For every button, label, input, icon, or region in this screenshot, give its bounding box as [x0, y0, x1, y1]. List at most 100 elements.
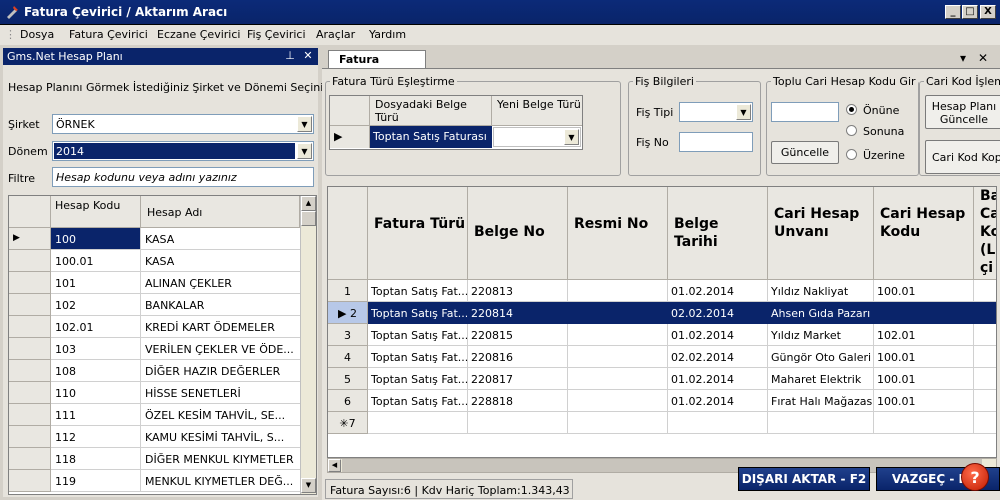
onune-radio[interactable] [846, 104, 857, 115]
table-row[interactable]: 6 Toptan Satış Fat... 228818 01.02.2014 Fıra… [328, 390, 996, 412]
table-row[interactable]: 108 DİĞER HAZIR DEĞERLER [9, 360, 300, 382]
table-row[interactable]: 111 ÖZEL KESİM TAHVİL, SE... [9, 404, 300, 426]
hesap-kodu-cell[interactable]: 119 [51, 470, 141, 492]
hesap-kodu-cell[interactable]: 100.01 [51, 250, 141, 272]
yeni-belge-select[interactable]: ▼ [493, 127, 581, 147]
hesap-kodu-cell[interactable]: 118 [51, 448, 141, 470]
fatura-turu-cell[interactable]: Toptan Satış Fat... [368, 368, 468, 390]
table-row[interactable]: 103 VERİLEN ÇEKLER VE ÖDE... [9, 338, 300, 360]
sonuna-radio[interactable] [846, 125, 857, 136]
table-row[interactable]: ▶ 100 KASA [9, 228, 300, 250]
cari-kod-cell[interactable] [874, 412, 974, 434]
col-cari-hesap-unvani[interactable]: Cari Hesap Unvanı [768, 187, 874, 280]
belge-no-cell[interactable]: 220813 [468, 280, 568, 302]
belge-tarihi-cell[interactable]: 01.02.2014 [668, 324, 768, 346]
tab-close-icon[interactable]: ✕ [978, 51, 988, 65]
cari-unvan-cell[interactable]: Ahsen Gıda Pazarı [768, 302, 874, 324]
minimize-button[interactable]: _ [945, 5, 961, 19]
chevron-down-icon[interactable]: ▼ [564, 129, 579, 145]
left-panel-close-icon[interactable]: ✕ [301, 49, 315, 63]
menu-araclar[interactable]: Araçlar [316, 28, 355, 41]
col-hesap-adi[interactable]: Hesap Adı [141, 196, 300, 228]
cari-kod-cell[interactable]: 100.01 [874, 280, 974, 302]
cari-unvan-cell[interactable]: Maharet Elektrik [768, 368, 874, 390]
cari-kod-cell[interactable] [874, 302, 974, 324]
col-cari-hesap-kodu[interactable]: Cari Hesap Kodu [874, 187, 974, 280]
cari-unvan-cell[interactable]: Güngör Oto Galeri [768, 346, 874, 368]
new-row[interactable]: ✳7 [328, 412, 996, 434]
hesap-adi-cell[interactable]: HİSSE SENETLERİ [141, 382, 300, 404]
cari-kod-cell[interactable]: 100.01 [874, 390, 974, 412]
belge-tarihi-cell[interactable]: 01.02.2014 [668, 280, 768, 302]
hesap-adi-cell[interactable]: KREDİ KART ÖDEMELER [141, 316, 300, 338]
table-row[interactable]: 101 ALINAN ÇEKLER [9, 272, 300, 294]
table-row[interactable]: 1 Toptan Satış Fat... 220813 01.02.2014 Yıld… [328, 280, 996, 302]
table-row[interactable]: 110 HİSSE SENETLERİ [9, 382, 300, 404]
cari-kod-cell[interactable]: 102.01 [874, 324, 974, 346]
extra-cell[interactable] [974, 412, 996, 434]
fatura-turu-cell[interactable]: Toptan Satış Fat... [368, 280, 468, 302]
hesap-kodu-cell[interactable]: 110 [51, 382, 141, 404]
cari-unvan-cell[interactable]: Yıldız Market [768, 324, 874, 346]
col-belge-no[interactable]: Belge No [468, 187, 568, 280]
menu-fatura-cevirici[interactable]: Fatura Çevirici [69, 28, 148, 41]
col-yeni-belge[interactable]: Yeni Belge Türü [492, 96, 582, 126]
belge-no-cell[interactable]: 220817 [468, 368, 568, 390]
guncelle-button[interactable]: Güncelle [771, 141, 839, 164]
scroll-down-icon[interactable]: ▼ [301, 478, 316, 493]
belge-no-cell[interactable]: 220816 [468, 346, 568, 368]
sirket-select[interactable]: ÖRNEK ▼ [52, 114, 314, 134]
hesap-adi-cell[interactable]: DİĞER HAZIR DEĞERLER [141, 360, 300, 382]
col-fatura-turu[interactable]: Fatura Türü [368, 187, 468, 280]
table-row[interactable]: 118 DİĞER MENKUL KIYMETLER [9, 448, 300, 470]
hesap-kodu-cell[interactable]: 102 [51, 294, 141, 316]
extra-cell[interactable] [974, 324, 996, 346]
left-table-scrollbar[interactable]: ▲ ▼ [300, 196, 316, 494]
chevron-down-icon[interactable]: ▼ [736, 104, 751, 120]
table-row[interactable]: 4 Toptan Satış Fat... 220816 02.02.2014 Güng… [328, 346, 996, 368]
resmi-no-cell[interactable] [568, 412, 668, 434]
belge-no-cell[interactable]: 228818 [468, 390, 568, 412]
menu-yardim[interactable]: Yardım [369, 28, 406, 41]
resmi-no-cell[interactable] [568, 390, 668, 412]
close-button[interactable]: X [980, 5, 996, 19]
extra-cell[interactable] [974, 302, 996, 324]
belge-tarihi-cell[interactable]: 02.02.2014 [668, 302, 768, 324]
table-row[interactable]: 100.01 KASA [9, 250, 300, 272]
hesap-plani-guncelle-button[interactable]: Hesap Planı Güncelle [925, 95, 1000, 129]
menu-eczane-cevirici[interactable]: Eczane Çevirici [157, 28, 240, 41]
scroll-thumb[interactable] [301, 211, 316, 226]
hesap-kodu-cell[interactable]: 111 [51, 404, 141, 426]
extra-cell[interactable] [974, 368, 996, 390]
cari-unvan-cell[interactable]: Fırat Halı Mağazası [768, 390, 874, 412]
resmi-no-cell[interactable] [568, 302, 668, 324]
fis-no-input[interactable] [679, 132, 753, 152]
fatura-turu-cell[interactable]: Toptan Satış Fat... [368, 302, 468, 324]
extra-cell[interactable] [974, 390, 996, 412]
help-icon[interactable]: ? [961, 463, 989, 491]
resmi-no-cell[interactable] [568, 324, 668, 346]
tab-menu-icon[interactable]: ▾ [960, 51, 966, 65]
chevron-down-icon[interactable]: ▼ [297, 116, 312, 132]
table-row[interactable]: 119 MENKUL KIYMETLER DEĞ... [9, 470, 300, 492]
cari-unvan-cell[interactable] [768, 412, 874, 434]
resmi-no-cell[interactable] [568, 346, 668, 368]
hesap-adi-cell[interactable]: VERİLEN ÇEKLER VE ÖDE... [141, 338, 300, 360]
col-dosyadaki-belge[interactable]: Dosyadaki Belge Türü [370, 96, 492, 126]
dosyadaki-belge-cell[interactable]: Toptan Satış Faturası [370, 126, 492, 148]
hesap-kodu-cell[interactable]: 112 [51, 426, 141, 448]
table-row[interactable]: ▶ 2 Toptan Satış Fat... 220814 02.02.2014 Ah… [328, 302, 996, 324]
hesap-adi-cell[interactable]: KASA [141, 250, 300, 272]
donem-select[interactable]: 2014 ▼ [52, 141, 314, 161]
hesap-kodu-cell[interactable]: 108 [51, 360, 141, 382]
hesap-kodu-cell[interactable]: 103 [51, 338, 141, 360]
resmi-no-cell[interactable] [568, 368, 668, 390]
disari-aktar-button[interactable]: DIŞARI AKTAR - F2 [738, 467, 870, 491]
hesap-adi-cell[interactable]: DİĞER MENKUL KIYMETLER [141, 448, 300, 470]
resmi-no-cell[interactable] [568, 280, 668, 302]
hesap-adi-cell[interactable]: MENKUL KIYMETLER DEĞ... [141, 470, 300, 492]
belge-no-cell[interactable]: 220815 [468, 324, 568, 346]
col-hesap-kodu[interactable]: Hesap Kodu [51, 196, 141, 228]
belge-no-cell[interactable] [468, 412, 568, 434]
fatura-turu-cell[interactable]: Toptan Satış Fat... [368, 390, 468, 412]
